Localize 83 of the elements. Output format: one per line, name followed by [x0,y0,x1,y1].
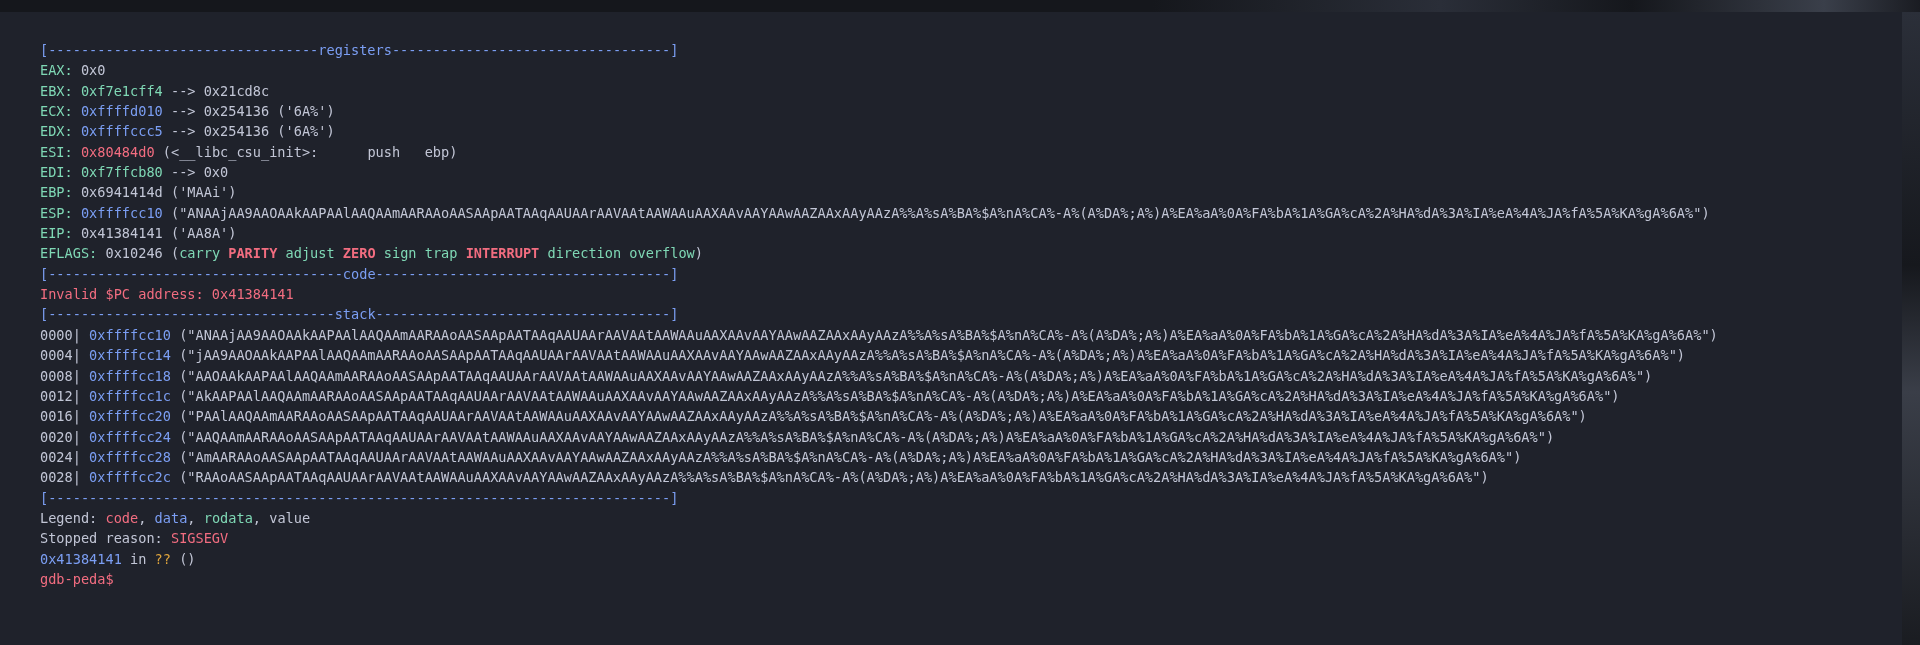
section-header: code [342,265,376,282]
label-text: EBP: [40,184,73,201]
rodata-address: 0xf7e1cff4 [80,82,163,99]
label-text: ESP: [40,204,74,221]
terminal-text: (<__libc_csu_init>: push ebp) [161,143,458,160]
data-address: 0xffffcc14 [89,347,171,364]
label-text: ESI: [40,143,74,160]
label-text: direction overflow [546,245,695,262]
terminal-text: 0020| [40,428,82,445]
data-address: 0xffffcc10 [89,326,171,343]
terminal-text: 0000| [40,326,82,343]
terminal-text: --> 0x0 [169,164,229,181]
label-text: EAX: [40,62,73,79]
terminal-text: , [138,509,148,526]
data-address: 0xffffcc10 [80,204,163,221]
terminal-text: 0x10246 ( [104,245,180,262]
flag-text: PARITY [228,245,278,262]
prompt-text[interactable]: gdb-peda$ [40,570,114,587]
terminal-text: ) [694,245,703,262]
data-address: 0xffffcc24 [89,428,171,445]
section-header: [----------------------------------------------------------------------------] [40,489,679,506]
section-header: registers [318,42,392,58]
unknown-symbol: ?? [154,550,171,567]
flag-text: ZERO [342,245,376,262]
terminal-text: --> 0x21cd8c [169,82,270,99]
section-header: ----------------------------------] [391,42,679,58]
label-text: EIP: [40,225,73,242]
terminal-text: 0024| [40,448,82,465]
label-text: rodata [203,509,253,526]
terminal-text: in [129,550,148,567]
label-text: ECX: [40,103,74,120]
terminal-text: () [178,550,196,567]
data-address: 0xffffd010 [80,103,163,120]
code-text: Invalid $PC address: 0x41384141 [40,286,294,303]
code-text: code [105,509,139,526]
label-text: sign trap [382,245,459,262]
terminal-text: ("RAAoAASAApAATAAqAAUAArAAVAAtAAWAAuAAXAAvAAYAAwAAZAAxAAyAAzA%%A%sA%BA%$A%nA%CA%-A%(A%DA%;A%)A%EA%aA%0A%FA%bA%1A%GA%cA%2A%HA%dA%3A%IA%eA%4A%JA%fA%5A%KA%gA%6A%") [178,469,1489,486]
terminal-text: ("PAAlAAQAAmAARAAoAASAApAATAAqAAUAArAAVAAtAAWAAuAAXAAvAAYAAwAAZAAxAAyAAzA%%A%sA%BA%$A%nA%CA%-A%(A%DA%;A%)A%EA%aA%0A%FA%bA%1A%GA%cA%2A%HA%dA%3A%IA%eA%4A%JA%fA%5A%KA%gA%6A%") [178,408,1587,425]
data-address: 0xffffccc5 [80,123,163,140]
label-text: adjust [284,245,336,262]
section-header: [--------------------------------- [40,42,319,58]
label-text: carry [179,245,222,262]
terminal-text: 0004| [40,347,82,364]
label-text: EDI: [40,164,74,181]
terminal-text: --> 0x254136 ('6A%') [169,123,335,140]
label-text: EDX: [40,123,74,140]
terminal-text: 0016| [40,408,82,425]
terminal-text: ("AkAAPAAlAAQAAmAARAAoAASAApAATAAqAAUAArAAVAAtAAWAAuAAXAAvAAYAAwAAZAAxAAyAAzA%%A%sA%BA%$A%nA%CA%-A%(A%DA%;A%)A%EA%aA%0A%FA%bA%1A%GA%cA%2A%HA%dA%3A%IA%eA%4A%JA%fA%5A%KA%gA%6A%") [178,387,1620,404]
label-text: EFLAGS: [40,245,98,262]
terminal-text: 0x6941414d ('MAAi') [79,184,237,201]
terminal-text: , [187,509,197,526]
terminal-text: , value [252,509,311,526]
terminal-text: ("jAA9AAOAAkAAPAAlAAQAAmAARAAoAASAApAATAAqAAUAArAAVAAtAAWAAuAAXAAvAAYAAwAAZAAxAAyAAzA%%A%sA%BA%$A%nA%CA%-A%(A%DA%;A%)A%EA%aA%0A%FA%bA%1A%GA%cA%2A%HA%dA%3A%IA%eA%4A%JA%fA%5A%KA%gA%6A%") [178,347,1686,364]
terminal-text: 0008| [40,367,82,384]
terminal-text: --> 0x254136 ('6A%') [169,103,335,120]
terminal-text: 0012| [40,387,82,404]
data-address: 0x41384141 [40,550,122,567]
terminal-text: ("ANAAjAA9AAOAAkAAPAAlAAQAAmAARAAoAASAApAATAAqAAUAArAAVAAtAAWAAuAAXAAvAAYAAwAAZAAxAAyAAzA%%A%sA%BA%$A%nA%CA%-A%(A%DA%;A%)A%EA%aA%0A%FA%bA%1A%GA%cA%2A%HA%dA%3A%IA%eA%4A%JA%fA%5A%KA%gA%6A%") [169,204,1710,221]
data-address: data [154,509,188,526]
section-header: stack [334,306,376,323]
label-text: EBX: [40,82,74,99]
section-header: ------------------------------------] [375,265,679,282]
data-address: 0xffffcc20 [89,408,171,425]
terminal-text: 0028| [40,469,82,486]
terminal-text: Legend: [40,509,99,526]
code-text: 0x80484d0 [80,143,155,160]
data-address: 0xffffcc2c [89,469,171,486]
terminal-text: ("AAQAAmAARAAoAASAApAATAAqAAUAArAAVAAtAAWAAuAAXAAvAAYAAwAAZAAxAAyAAzA%%A%sA%BA%$A%nA%CA%-A%(A%DA%;A%)A%EA%aA%0A%FA%bA%1A%GA%cA%2A%HA%dA%3A%IA%eA%4A%JA%fA%5A%KA%gA%6A%") [178,428,1555,445]
code-text: SIGSEGV [170,530,229,547]
rodata-address: 0xf7ffcb80 [80,164,163,181]
terminal-text: 0x41384141 ('AA8A') [79,225,237,242]
data-address: 0xffffcc1c [89,387,171,404]
data-address: 0xffffcc28 [89,448,171,465]
terminal-text: ("AAOAAkAAPAAlAAQAAmAARAAoAASAApAATAAqAAUAArAAVAAtAAWAAuAAXAAvAAYAAwAAZAAxAAyAAzA%%A%sA%BA%$A%nA%CA%-A%(A%DA%;A%)A%EA%aA%0A%FA%bA%1A%GA%cA%2A%HA%dA%3A%IA%eA%4A%JA%fA%5A%KA%gA%6A%") [178,367,1653,384]
terminal-text: ("AmAARAAoAASAApAATAAqAAUAArAAVAAtAAWAAuAAXAAvAAYAAwAAZAAxAAyAAzA%%A%sA%BA%$A%nA%CA%-A%(A%DA%;A%)A%EA%aA%0A%FA%bA%1A%GA%cA%2A%HA%dA%3A%IA%eA%4A%JA%fA%5A%KA%gA%6A%") [178,448,1522,465]
section-header: [------------------------------------ [40,265,343,282]
section-header: [----------------------------------- [40,306,335,323]
terminal-text: ("ANAAjAA9AAOAAkAAPAAlAAQAAmAARAAoAASAApAATAAqAAUAArAAVAAtAAWAAuAAXAAvAAYAAwAAZAAxAAyAAzA%%A%sA%BA%$A%nA%CA%-A%(A%DA%;A%)A%EA%aA%0A%FA%bA%1A%GA%cA%2A%HA%dA%3A%IA%eA%4A%JA%fA%5A%KA%gA%6A%") [178,326,1718,343]
flag-text: INTERRUPT [465,245,540,262]
section-header: ------------------------------------] [375,306,679,323]
data-address: 0xffffcc18 [89,367,171,384]
terminal-text: 0x0 [79,62,106,79]
terminal-text: Stopped reason: [40,530,164,547]
